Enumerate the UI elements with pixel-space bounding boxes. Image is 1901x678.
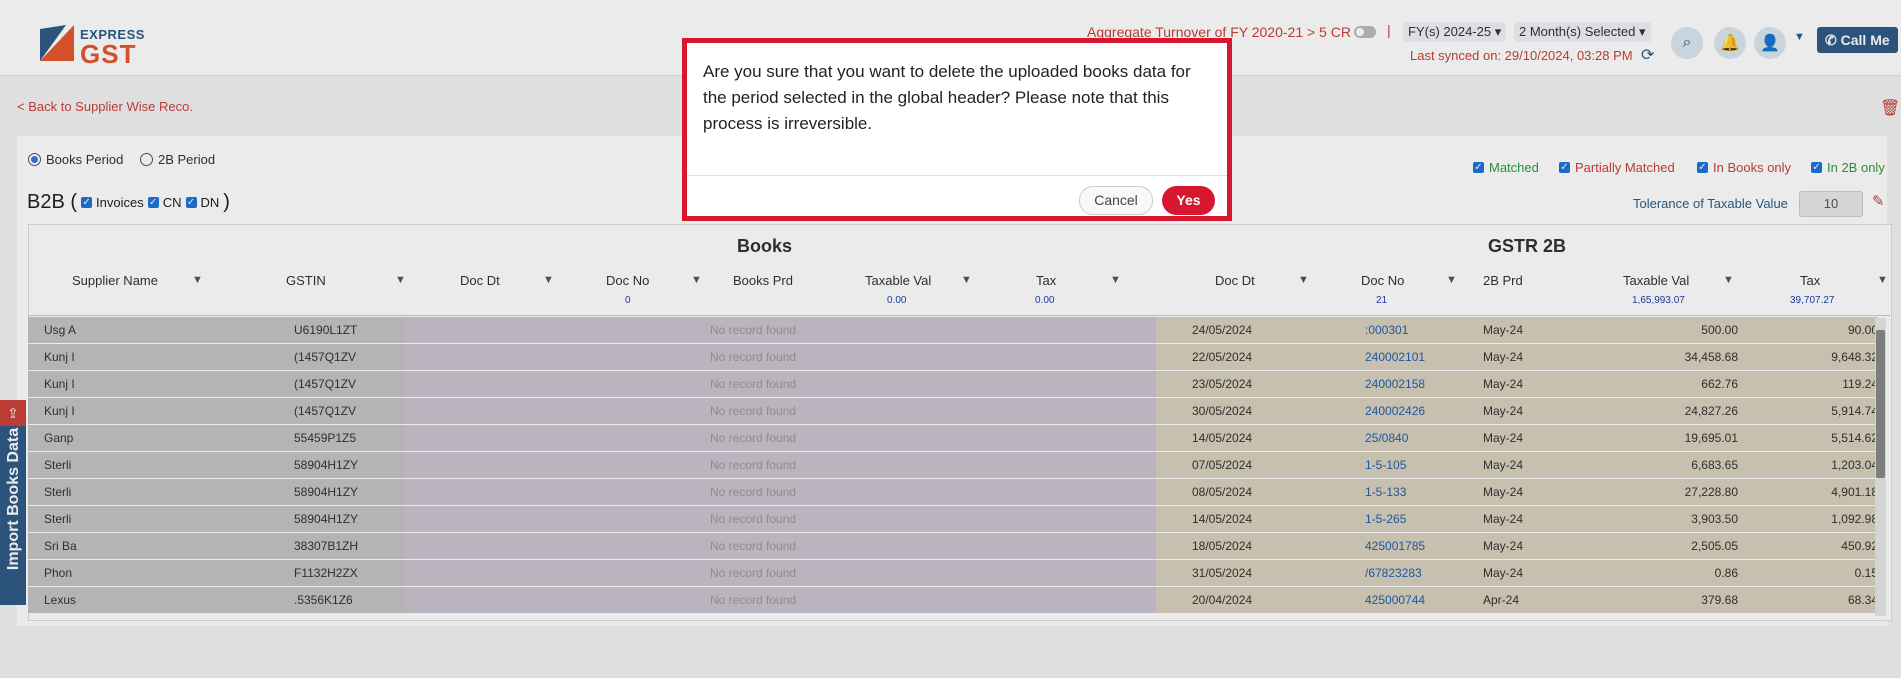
- delete-confirm-dialog: Are you sure that you want to delete the…: [682, 38, 1232, 221]
- dialog-divider: [687, 175, 1227, 176]
- cancel-button[interactable]: Cancel: [1079, 186, 1153, 215]
- dialog-message: Are you sure that you want to delete the…: [703, 62, 1191, 133]
- yes-button[interactable]: Yes: [1162, 186, 1215, 215]
